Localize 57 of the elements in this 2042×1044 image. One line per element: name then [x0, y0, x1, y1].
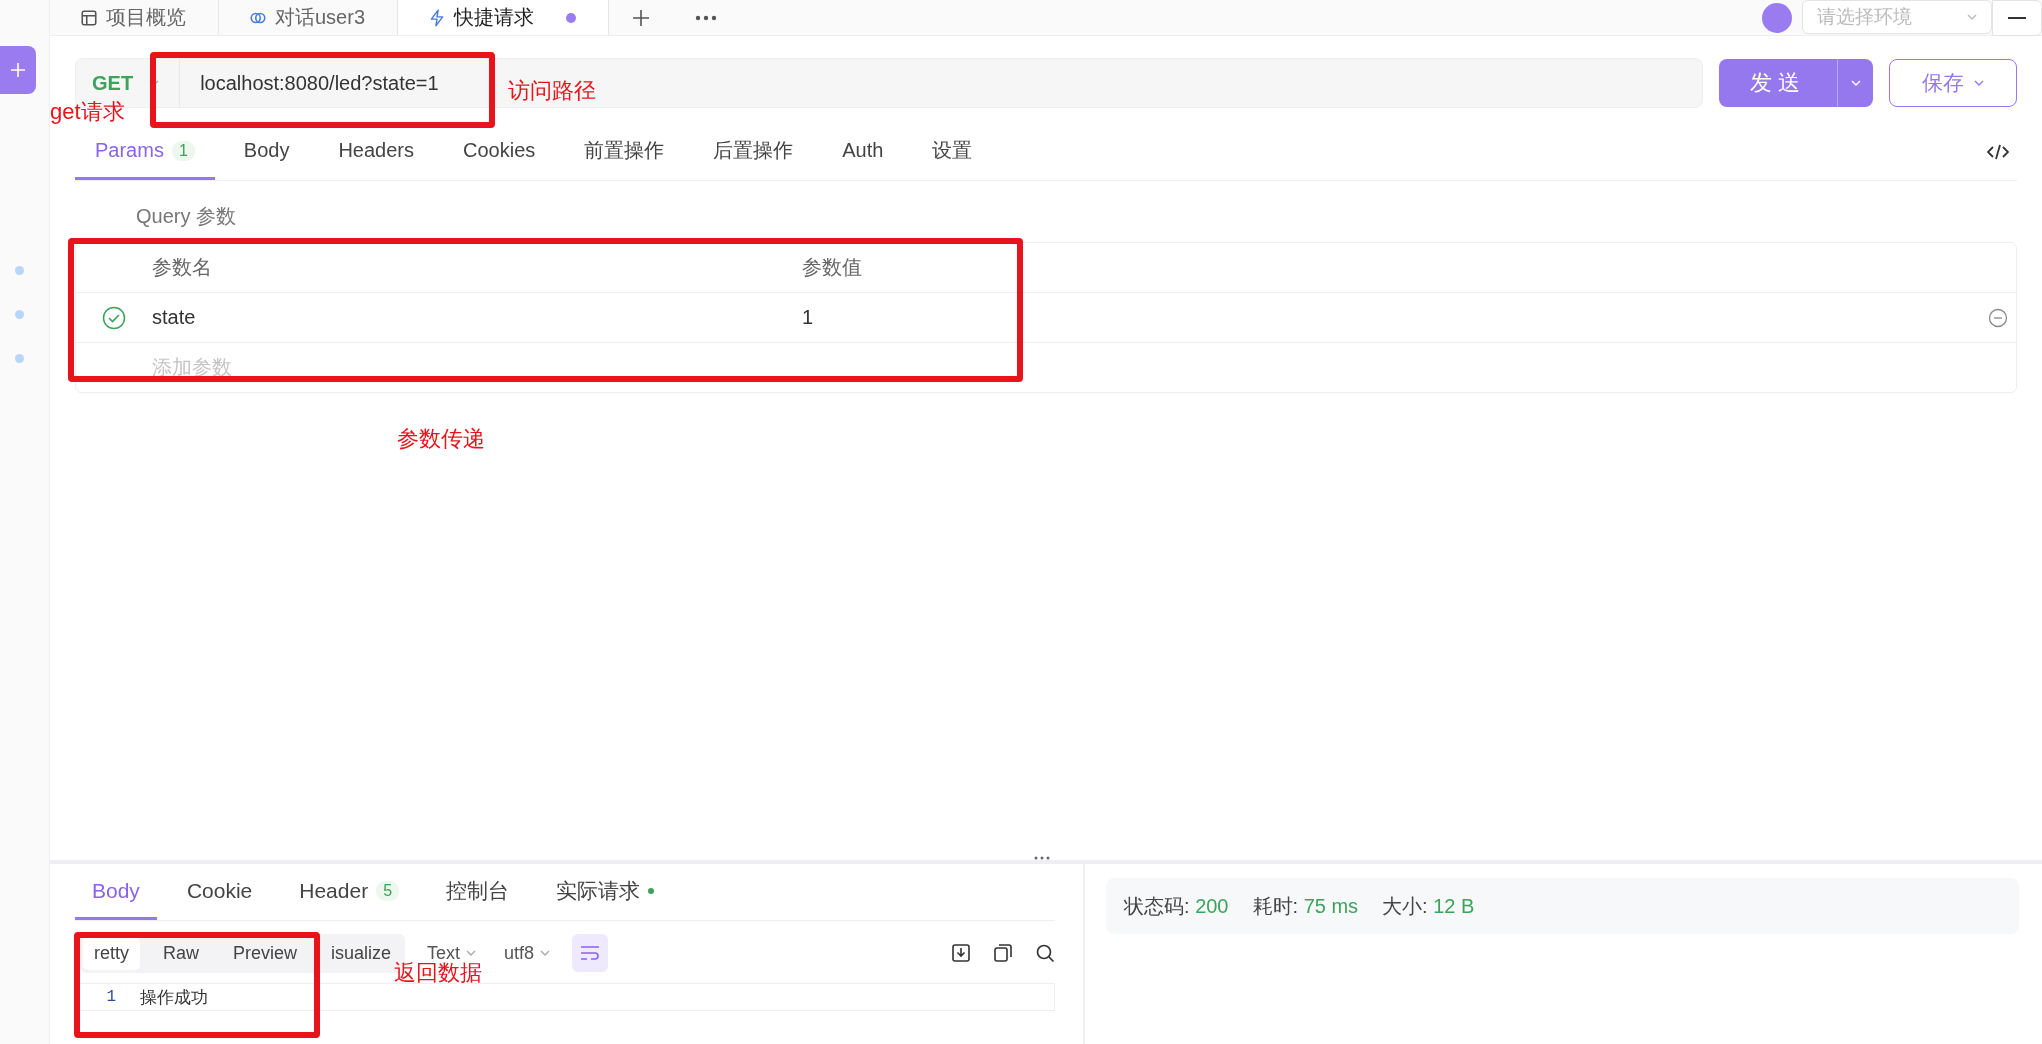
check-circle-icon[interactable]	[102, 305, 126, 330]
table-cell: 1	[802, 306, 814, 328]
tab[interactable]: Auth	[822, 124, 904, 180]
remove-icon[interactable]	[1988, 307, 2008, 328]
copy-icon[interactable]	[993, 943, 1013, 963]
avatar[interactable]	[1762, 2, 1792, 33]
chevron-down-icon	[466, 950, 477, 956]
tab[interactable]: 后置操作	[693, 124, 814, 180]
column-header: 参数值	[802, 256, 862, 278]
tab[interactable]: Cookies	[443, 124, 556, 180]
tab[interactable]: 前置操作	[564, 124, 685, 180]
code-line: 操作成功	[140, 985, 208, 1009]
tab[interactable]: Cookie	[169, 864, 270, 920]
download-icon[interactable]	[951, 943, 971, 963]
chevron-down-icon	[1974, 80, 1984, 86]
plus-icon[interactable]	[631, 7, 652, 28]
sidebar-dot	[15, 354, 24, 363]
tab[interactable]: Headers	[318, 124, 434, 180]
tab[interactable]: 设置	[912, 124, 993, 180]
wrap-icon	[580, 945, 601, 961]
code-icon[interactable]	[1987, 144, 2009, 160]
section-title: Query 参数	[135, 204, 238, 229]
menu-icon	[2008, 16, 2026, 19]
plus-icon	[10, 62, 26, 78]
tab[interactable]: 快捷请求	[398, 0, 610, 35]
tab[interactable]: Params 1	[75, 124, 215, 180]
view-mode-option[interactable]: Preview	[222, 936, 309, 970]
status-item: 大小: 12 B	[1382, 893, 1475, 919]
status-item: 状态码: 200	[1124, 893, 1229, 919]
encoding-select[interactable]: utf8	[498, 942, 557, 964]
view-mode-option[interactable]: retty	[83, 936, 140, 970]
tab[interactable]: Header 5	[282, 864, 417, 920]
chevron-down-icon	[1850, 80, 1861, 86]
drag-handle-icon[interactable]	[1034, 856, 1050, 860]
annotation-label: 访问路径	[508, 77, 596, 105]
wrap-button[interactable]	[572, 934, 609, 972]
sidebar-dot	[15, 266, 24, 275]
sidebar-dot	[15, 310, 24, 319]
count-badge: 5	[376, 880, 400, 901]
layout-icon	[80, 8, 98, 27]
column-header: 参数名	[151, 255, 213, 280]
annotation-label: 参数传递	[397, 425, 485, 453]
chevron-down-icon	[540, 950, 551, 956]
table-cell: state	[152, 306, 196, 328]
tab[interactable]: Body	[75, 864, 157, 920]
more-icon[interactable]	[695, 14, 718, 21]
tab[interactable]: Body	[223, 124, 310, 180]
search-icon[interactable]	[1035, 943, 1055, 963]
status-item: 耗时: 75 ms	[1252, 893, 1359, 919]
add-button[interactable]	[0, 46, 36, 94]
chevron-down-icon	[1967, 13, 1977, 20]
tab[interactable]: 实际请求	[539, 864, 672, 920]
count-badge: 1	[171, 140, 195, 161]
tab[interactable]: 控制台	[429, 864, 527, 920]
annotation-label: 返回数据	[394, 959, 482, 987]
view-mode-option[interactable]: Raw	[152, 936, 211, 970]
line-number: 1	[105, 988, 117, 1006]
